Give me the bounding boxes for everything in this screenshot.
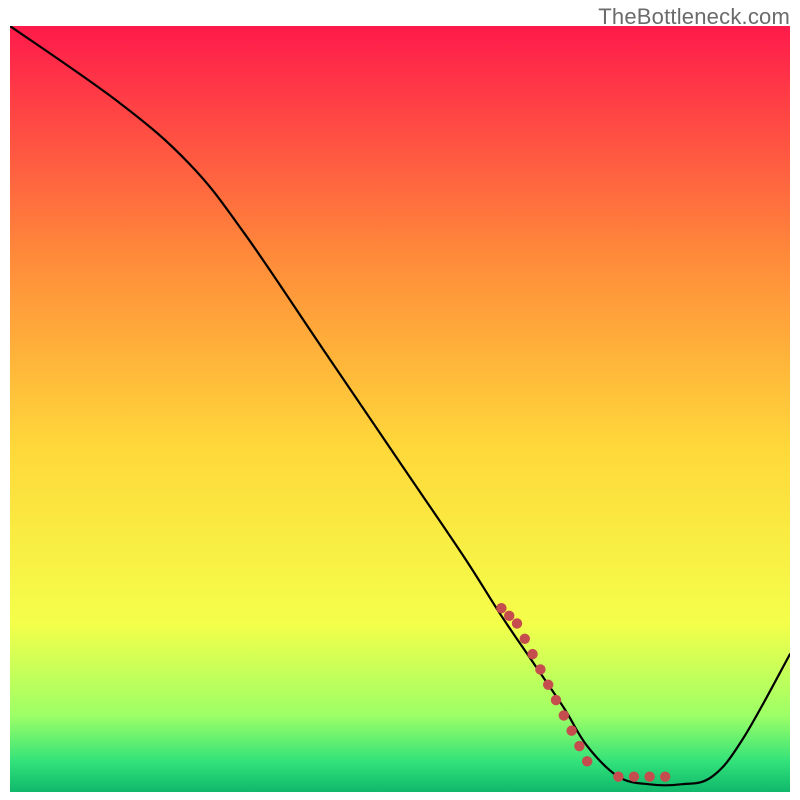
red-dot [574,741,584,751]
chart-root: TheBottleneck.com [0,0,800,800]
red-dot [629,771,639,781]
red-dot [527,649,537,659]
red-dot [535,664,545,674]
red-dot [644,771,654,781]
red-dot [496,603,506,613]
chart-svg [10,26,790,792]
watermark-text: TheBottleneck.com [598,4,790,30]
gradient-background [10,26,790,792]
red-dot [660,771,670,781]
red-dot [582,756,592,766]
red-dot [613,771,623,781]
red-dot [520,634,530,644]
red-dot [504,611,514,621]
red-dot [566,726,576,736]
red-dot [559,710,569,720]
plot-area [10,26,790,792]
red-dot [512,618,522,628]
red-dot [543,680,553,690]
red-dot [551,695,561,705]
